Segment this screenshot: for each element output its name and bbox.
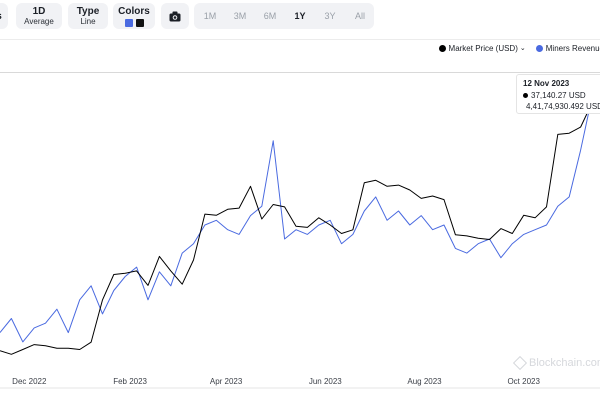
x-tick-label: Aug 2023 <box>407 377 442 386</box>
tooltip-price-value: 37,140.27 USD <box>531 91 586 100</box>
blockchain-logo-icon <box>512 355 528 371</box>
series-line-market-price <box>0 102 593 355</box>
blockchain-watermark: Blockchain.com <box>512 355 600 371</box>
hover-tooltip: 12 Nov 2023 37,140.27 USD 4,41,74,930.49… <box>516 74 600 114</box>
x-tick-label: Dec 2022 <box>12 377 47 386</box>
series-line-miners-revenue <box>0 96 593 343</box>
line-chart[interactable]: Dec 2022 Feb 2023 Apr 2023 Jun 2023 Aug 2023… <box>0 0 600 400</box>
tooltip-price-dot <box>523 93 528 98</box>
x-tick-label: Jun 2023 <box>309 377 342 386</box>
watermark-text: Blockchain.com <box>529 357 600 369</box>
x-tick-label: Feb 2023 <box>113 377 147 386</box>
tooltip-date: 12 Nov 2023 <box>523 79 570 88</box>
x-axis-ticks: Dec 2022 Feb 2023 Apr 2023 Jun 2023 Aug 2023… <box>12 377 540 386</box>
x-tick-label: Apr 2023 <box>210 377 243 386</box>
x-tick-label: Oct 2023 <box>507 377 540 386</box>
tooltip-row-price: 37,140.27 USD <box>523 90 599 101</box>
tooltip-row-revenue: 4,41,74,930.492 USD <box>523 101 600 112</box>
tooltip-revenue-value: 4,41,74,930.492 USD <box>526 102 600 111</box>
